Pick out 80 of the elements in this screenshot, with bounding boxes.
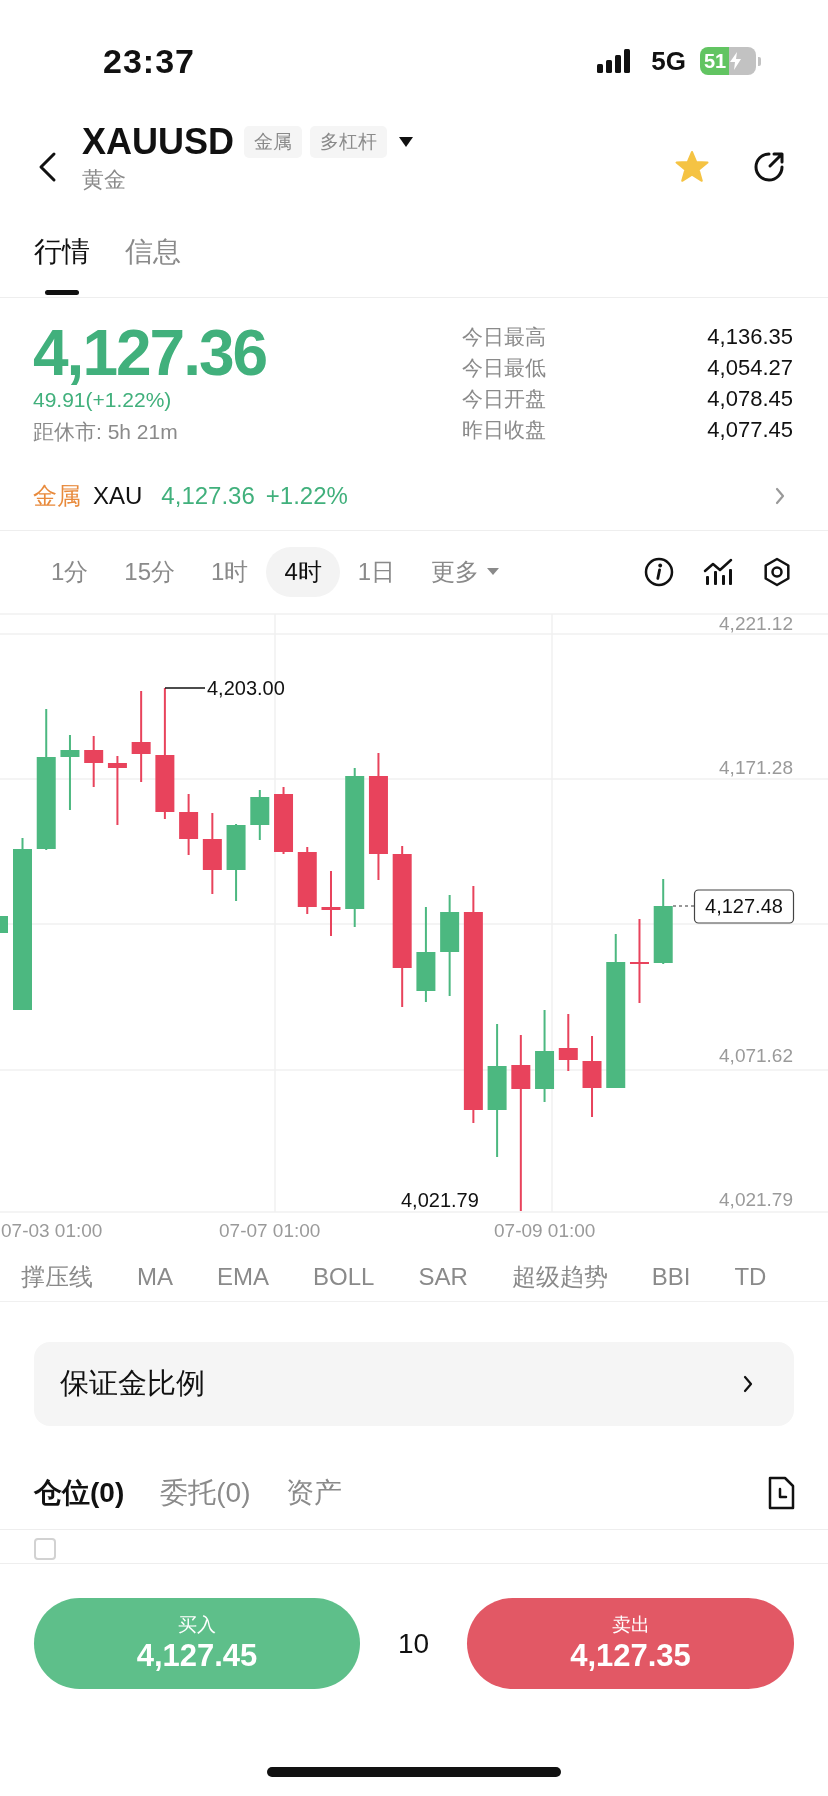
price-leader-line bbox=[672, 905, 695, 907]
market-close-countdown: 距休市: 5h 21m bbox=[33, 419, 179, 445]
indicator-tab[interactable]: MA bbox=[137, 1262, 173, 1291]
price-axis-label: 4,171.28 bbox=[719, 757, 793, 778]
time-axis-label: 07-07 01:00 bbox=[219, 1220, 321, 1241]
interval-tab[interactable]: 1日 bbox=[339, 546, 414, 597]
price-axis-label: 4,021.79 bbox=[719, 1189, 793, 1210]
candlestick bbox=[558, 1014, 578, 1071]
buy-button[interactable]: 买入 4,127.45 bbox=[34, 1598, 360, 1689]
high-price-label: 4,203.00 bbox=[207, 677, 285, 699]
settings-icon[interactable] bbox=[762, 556, 792, 587]
price-axis-label: 4,071.62 bbox=[719, 1045, 793, 1066]
quantity-value: 10 bbox=[396, 1627, 431, 1660]
stat-value: 4,054.27 bbox=[707, 354, 793, 381]
symbol-tag: 金属 bbox=[244, 126, 302, 158]
sell-button[interactable]: 卖出 4,127.35 bbox=[467, 1598, 794, 1689]
stat-label: 今日开盘 bbox=[462, 385, 546, 412]
symbol-subtitle: 黄金 bbox=[82, 166, 127, 194]
tab[interactable]: 信息 bbox=[125, 212, 181, 297]
indicator-tab[interactable]: SAR bbox=[418, 1262, 468, 1291]
signal-icon bbox=[597, 49, 632, 73]
candlestick bbox=[274, 787, 294, 854]
share-icon[interactable] bbox=[752, 150, 786, 184]
chevron-icon bbox=[742, 1374, 754, 1394]
indicator-tab[interactable]: 超级趋势 bbox=[511, 1260, 608, 1293]
interval-tab[interactable]: 1分 bbox=[33, 546, 107, 597]
charging-bolt-icon bbox=[730, 52, 742, 70]
stat-value: 4,136.35 bbox=[707, 323, 793, 350]
price-change: 49.91(+1.22%) bbox=[33, 387, 173, 413]
category-label: 金属 bbox=[33, 481, 81, 511]
status-time: 23:37 bbox=[103, 41, 195, 81]
indicator-tab[interactable]: BBI bbox=[651, 1262, 691, 1291]
interval-tab[interactable]: 15分 bbox=[106, 546, 194, 597]
candlestick bbox=[0, 916, 8, 933]
stat-label: 今日最低 bbox=[462, 354, 546, 381]
indicator-tab[interactable]: 撑压线 bbox=[21, 1260, 93, 1293]
time-axis-label: 07-09 01:00 bbox=[494, 1220, 596, 1241]
position-tab[interactable]: 仓位(0) bbox=[34, 1473, 125, 1513]
stat-label: 昨日收盘 bbox=[462, 416, 546, 443]
info-icon[interactable] bbox=[644, 556, 674, 587]
price-axis-label: 4,221.12 bbox=[719, 613, 793, 634]
position-tab[interactable]: 资产 bbox=[286, 1473, 343, 1513]
candlestick bbox=[297, 847, 317, 914]
interval-tab[interactable]: 更多 bbox=[413, 546, 518, 597]
indicator-tab[interactable]: BOLL bbox=[313, 1262, 375, 1291]
candlestick bbox=[250, 790, 270, 840]
last-price: 4,127.36 bbox=[33, 321, 268, 385]
stat-label: 今日最高 bbox=[462, 323, 546, 350]
underlying-price: 4,127.36 bbox=[161, 482, 255, 510]
symbol-tag: 多杠杆 bbox=[310, 126, 387, 158]
underlying-symbol: XAU bbox=[93, 482, 143, 510]
stat-value: 4,077.45 bbox=[707, 416, 793, 443]
indicator-tab[interactable]: TD bbox=[734, 1262, 767, 1291]
caret-icon[interactable] bbox=[399, 137, 413, 147]
chevron-icon[interactable] bbox=[774, 486, 786, 506]
interval-tab[interactable]: 1时 bbox=[193, 546, 267, 597]
low-price-label: 4,021.79 bbox=[401, 1189, 479, 1211]
time-axis-label: 07-03 01:00 bbox=[1, 1220, 103, 1241]
candlestick bbox=[84, 736, 104, 787]
underlying-change: +1.22% bbox=[265, 482, 348, 510]
battery-percent: 51 bbox=[704, 50, 727, 72]
position-tab[interactable]: 委托(0) bbox=[160, 1473, 251, 1513]
interval-tab[interactable]: 4时 bbox=[266, 546, 340, 597]
back-icon[interactable] bbox=[37, 151, 57, 183]
network-label: 5G bbox=[651, 45, 686, 77]
symbol-title: XAUUSD bbox=[82, 122, 234, 162]
candlestick bbox=[179, 794, 199, 855]
chart-icon[interactable] bbox=[703, 557, 733, 586]
indicator-tab[interactable]: EMA bbox=[217, 1262, 269, 1291]
checkbox[interactable] bbox=[34, 1538, 56, 1560]
margin-ratio-button[interactable]: 保证金比例 bbox=[34, 1342, 794, 1426]
caret-icon bbox=[487, 567, 500, 576]
candlestick bbox=[107, 756, 127, 825]
last-price-tag: 4,127.48 bbox=[693, 889, 795, 924]
stat-value: 4,078.45 bbox=[707, 385, 793, 412]
tab[interactable]: 行情 bbox=[34, 212, 90, 297]
leader-line bbox=[164, 687, 206, 689]
document-clock-icon[interactable] bbox=[767, 1476, 795, 1510]
candlestick bbox=[321, 871, 341, 936]
star-icon[interactable] bbox=[674, 150, 710, 184]
